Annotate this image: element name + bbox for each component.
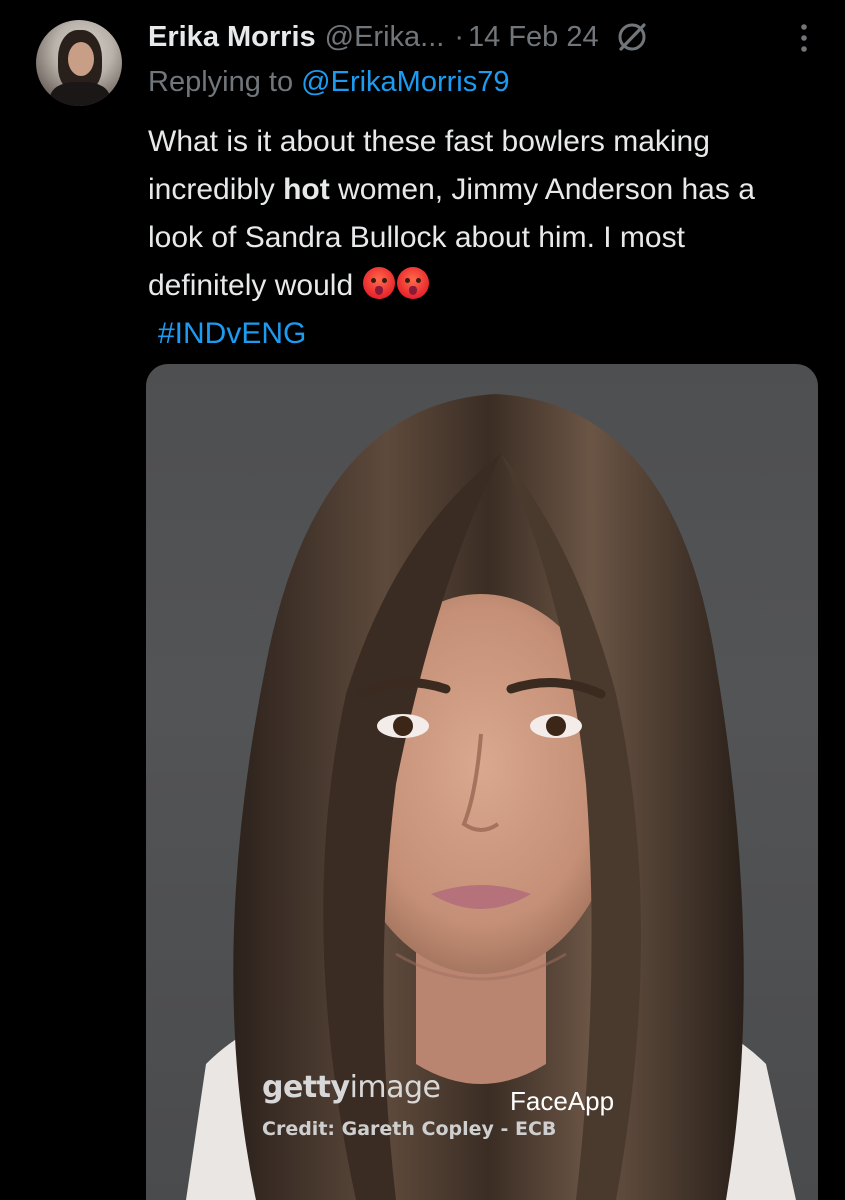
author-handle[interactable]: @Erika... [325, 21, 445, 54]
avatar-face [68, 42, 94, 76]
author-name[interactable]: Erika Morris [148, 21, 316, 54]
photo-credit: Credit: Gareth Copley - ECB [262, 1118, 557, 1140]
tweet-photo[interactable] [146, 364, 818, 1200]
avatar-body [50, 82, 110, 106]
tweet-text-bold: hot [283, 173, 330, 206]
portrait-illustration [186, 394, 796, 1200]
more-vertical-icon[interactable] [799, 22, 809, 54]
avatar[interactable] [36, 20, 122, 106]
separator-dot: · [454, 20, 464, 53]
hot-face-emoji-icon [363, 267, 396, 299]
hashtag-link[interactable]: #INDvENG [148, 310, 808, 358]
reply-prefix: Replying to [148, 66, 294, 98]
reply-mention-link[interactable]: @ErikaMorris79 [301, 66, 509, 98]
tweet-header: Erika Morris @Erika... · 14 Feb 24 [148, 16, 825, 58]
reply-context: Replying to @ErikaMorris79 [148, 66, 509, 99]
getty-watermark: gettyimage [262, 1070, 441, 1105]
faceapp-watermark: FaceApp [510, 1086, 615, 1116]
hot-face-emoji-icon [397, 267, 430, 299]
tweet-date[interactable]: 14 Feb 24 [468, 21, 599, 54]
tweet-text: What is it about these fast bowlers maki… [148, 118, 808, 358]
grok-icon[interactable] [615, 20, 649, 54]
